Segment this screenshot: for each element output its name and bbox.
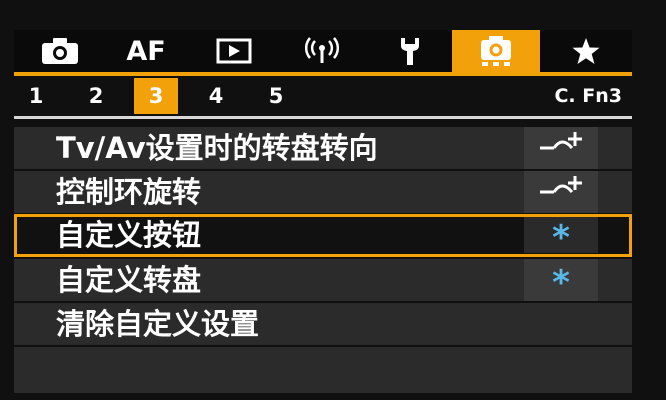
menu-item-label: 控制环旋转 <box>56 175 202 209</box>
menu-item-value: * <box>524 259 598 301</box>
tab-underline <box>14 72 632 76</box>
menu-item-label: 自定义按钮 <box>56 218 202 252</box>
dial-direction-icon <box>536 132 586 164</box>
sub-tab-4[interactable]: 4 <box>194 78 238 114</box>
dial-direction-icon <box>536 176 586 208</box>
menu-item-value <box>524 127 598 169</box>
mode-tab-bar: AF <box>14 30 632 72</box>
wrench-icon <box>397 36 423 66</box>
custom-functions-tab[interactable] <box>452 30 540 72</box>
sub-tab-bar: 1 2 3 4 5 C. Fn3 <box>14 78 632 114</box>
menu-item-value: * <box>524 217 598 258</box>
sub-tab-divider <box>14 116 632 119</box>
star-icon <box>571 37 601 65</box>
section-code: C. Fn3 <box>554 85 622 107</box>
wireless-icon <box>305 37 339 65</box>
menu-item-label: 自定义转盘 <box>56 263 202 297</box>
af-tab-label: AF <box>126 35 166 67</box>
menu-item-label: 清除自定义设置 <box>56 307 260 341</box>
menu-item-custom-dials[interactable]: 自定义转盘 * <box>14 259 632 301</box>
setup-tab[interactable] <box>374 30 446 72</box>
sub-tab-2[interactable]: 2 <box>74 78 118 114</box>
camera-icon <box>41 37 79 65</box>
asterisk-value: * <box>552 263 570 303</box>
camera-menu-screen: AF 1 2 3 4 5 C. Fn3 Tv/Av设置时的转盘转向 控制环旋转 … <box>0 0 666 400</box>
selection-highlight: 自定义按钮 * <box>17 217 629 258</box>
menu-item-clear-custom[interactable]: 清除自定义设置 <box>14 303 632 345</box>
shooting-tab[interactable] <box>24 30 96 72</box>
my-menu-tab[interactable] <box>550 30 622 72</box>
empty-menu-row <box>14 347 632 393</box>
menu-item-dial-direction[interactable]: Tv/Av设置时的转盘转向 <box>14 127 632 169</box>
asterisk-value: * <box>552 218 570 258</box>
sub-tab-5[interactable]: 5 <box>254 78 298 114</box>
custom-camera-icon <box>478 35 514 67</box>
af-tab[interactable]: AF <box>110 30 182 72</box>
menu-item-custom-buttons[interactable]: 自定义按钮 * <box>14 214 632 257</box>
menu-item-control-ring[interactable]: 控制环旋转 <box>14 171 632 213</box>
wireless-tab[interactable] <box>286 30 358 72</box>
sub-tab-1[interactable]: 1 <box>14 78 58 114</box>
play-icon <box>216 38 252 64</box>
menu-item-value <box>524 171 598 213</box>
sub-tab-3[interactable]: 3 <box>134 78 178 114</box>
menu-item-label: Tv/Av设置时的转盘转向 <box>56 131 378 165</box>
playback-tab[interactable] <box>198 30 270 72</box>
